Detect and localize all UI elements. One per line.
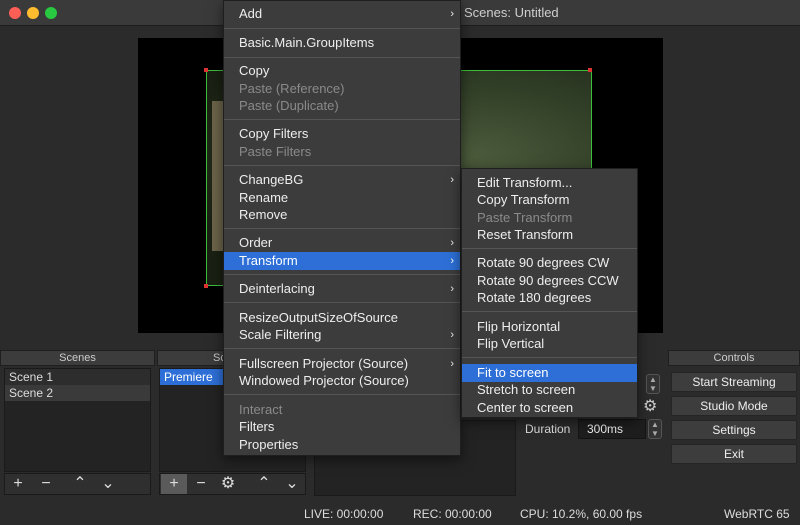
menu-separator (224, 28, 460, 29)
menu-separator (224, 57, 460, 58)
menu-separator (462, 311, 637, 312)
menu-item-rotate-180[interactable]: Rotate 180 degrees (462, 289, 637, 307)
duration-label: Duration (525, 422, 571, 436)
menu-separator (224, 165, 460, 166)
menu-item-group-items[interactable]: Basic.Main.GroupItems (224, 34, 460, 52)
submenu-arrow-icon: › (450, 283, 454, 295)
menu-item-rotate-ccw[interactable]: Rotate 90 degrees CCW (462, 272, 637, 290)
scenes-dock-header: Scenes (0, 350, 155, 366)
menu-item-filters[interactable]: Filters (224, 418, 460, 436)
menu-separator (224, 228, 460, 229)
zoom-window-button[interactable] (45, 7, 57, 19)
submenu-arrow-icon: › (450, 358, 454, 370)
menu-item-fit-to-screen[interactable]: Fit to screen (462, 364, 637, 382)
source-context-menu: Add › Basic.Main.GroupItems Copy Paste (R… (223, 0, 461, 456)
transition-select-stepper[interactable]: ▲ ▼ (646, 374, 660, 394)
menu-item-reset-transform[interactable]: Reset Transform (462, 226, 637, 244)
menu-separator (224, 394, 460, 395)
menu-item-copy[interactable]: Copy (224, 62, 460, 80)
transition-settings-gear-icon[interactable]: ⚙ (643, 396, 657, 416)
webrtc-status: WebRTC 65 (724, 507, 790, 521)
menu-item-paste-filters: Paste Filters (239, 144, 312, 159)
resize-handle-bl[interactable] (204, 284, 208, 288)
add-source-button[interactable]: + (161, 474, 187, 494)
rec-timer: REC: 00:00:00 (413, 507, 492, 521)
menu-item-flip-horizontal[interactable]: Flip Horizontal (462, 318, 637, 336)
source-item[interactable]: Premiere (160, 369, 230, 385)
live-timer: LIVE: 00:00:00 (304, 507, 384, 521)
submenu-arrow-icon: › (450, 329, 454, 341)
move-source-down-button[interactable]: ⌄ (279, 474, 305, 494)
menu-item-edit-transform[interactable]: Edit Transform... (462, 174, 637, 192)
status-bar: LIVE: 00:00:00 REC: 00:00:00 CPU: 10.2%,… (0, 503, 800, 525)
menu-item-changebg[interactable]: ChangeBG › (224, 171, 460, 189)
menu-item-transform[interactable]: Transform › (224, 252, 460, 270)
sources-toolbar: + − ⚙ ⌃ ⌄ (159, 473, 306, 495)
menu-item-center-to-screen[interactable]: Center to screen (462, 399, 637, 417)
remove-scene-button[interactable]: − (33, 474, 59, 494)
menu-item-rename[interactable]: Rename (224, 189, 460, 207)
submenu-arrow-icon: › (450, 237, 454, 249)
scenes-toolbar: + − ⌃ ⌄ (4, 473, 151, 495)
menu-item-deinterlacing[interactable]: Deinterlacing › (224, 280, 460, 298)
menu-item-properties[interactable]: Properties (224, 436, 460, 454)
scene-item[interactable]: Scene 1 (5, 369, 150, 385)
menu-item-copy-filters[interactable]: Copy Filters (224, 125, 460, 143)
menu-separator (462, 248, 637, 249)
exit-button[interactable]: Exit (671, 444, 797, 464)
menu-separator (462, 357, 637, 358)
move-scene-down-button[interactable]: ⌄ (95, 474, 121, 494)
cpu-usage: CPU: 10.2%, 60.00 fps (520, 507, 643, 521)
move-source-up-button[interactable]: ⌃ (251, 474, 277, 494)
remove-source-button[interactable]: − (188, 474, 214, 494)
menu-separator (224, 119, 460, 120)
menu-item-paste-transform: Paste Transform (477, 210, 573, 225)
duration-input[interactable]: 300ms (578, 419, 646, 439)
scenes-list[interactable]: Scene 1 Scene 2 (4, 368, 151, 472)
menu-item-windowed-projector[interactable]: Windowed Projector (Source) (224, 372, 460, 390)
menu-item-resize-output[interactable]: ResizeOutputSizeOfSource (224, 309, 460, 327)
menu-separator (224, 302, 460, 303)
menu-separator (224, 348, 460, 349)
add-scene-button[interactable]: + (5, 474, 31, 494)
transform-submenu: Edit Transform... Copy Transform Paste T… (461, 168, 638, 418)
menu-item-stretch-to-screen[interactable]: Stretch to screen (462, 381, 637, 399)
move-scene-up-button[interactable]: ⌃ (67, 474, 93, 494)
menu-item-paste-reference: Paste (Reference) (239, 81, 345, 96)
resize-handle-tl[interactable] (204, 68, 208, 72)
menu-separator (224, 274, 460, 275)
close-window-button[interactable] (9, 7, 21, 19)
start-streaming-button[interactable]: Start Streaming (671, 372, 797, 392)
submenu-arrow-icon: › (450, 255, 454, 267)
menu-item-fullscreen-projector[interactable]: Fullscreen Projector (Source) › (224, 355, 460, 373)
submenu-arrow-icon: › (450, 8, 454, 20)
menu-item-flip-vertical[interactable]: Flip Vertical (462, 335, 637, 353)
scene-item[interactable]: Scene 2 (5, 385, 150, 401)
menu-item-interact: Interact (239, 402, 283, 417)
menu-item-copy-transform[interactable]: Copy Transform (462, 191, 637, 209)
settings-button[interactable]: Settings (671, 420, 797, 440)
menu-item-order[interactable]: Order › (224, 234, 460, 252)
menu-item-add[interactable]: Add › (224, 5, 460, 23)
menu-item-scale-filtering[interactable]: Scale Filtering › (224, 326, 460, 344)
menu-item-remove[interactable]: Remove (224, 206, 460, 224)
studio-mode-button[interactable]: Studio Mode (671, 396, 797, 416)
source-properties-gear-icon[interactable]: ⚙ (215, 474, 241, 494)
resize-handle-tr[interactable] (588, 68, 592, 72)
submenu-arrow-icon: › (450, 174, 454, 186)
duration-stepper[interactable]: ▲ ▼ (648, 419, 662, 439)
controls-dock-header: Controls (668, 350, 800, 366)
menu-item-rotate-cw[interactable]: Rotate 90 degrees CW (462, 254, 637, 272)
minimize-window-button[interactable] (27, 7, 39, 19)
window-title: Scenes: Untitled (464, 5, 559, 20)
menu-item-paste-duplicate: Paste (Duplicate) (239, 98, 339, 113)
